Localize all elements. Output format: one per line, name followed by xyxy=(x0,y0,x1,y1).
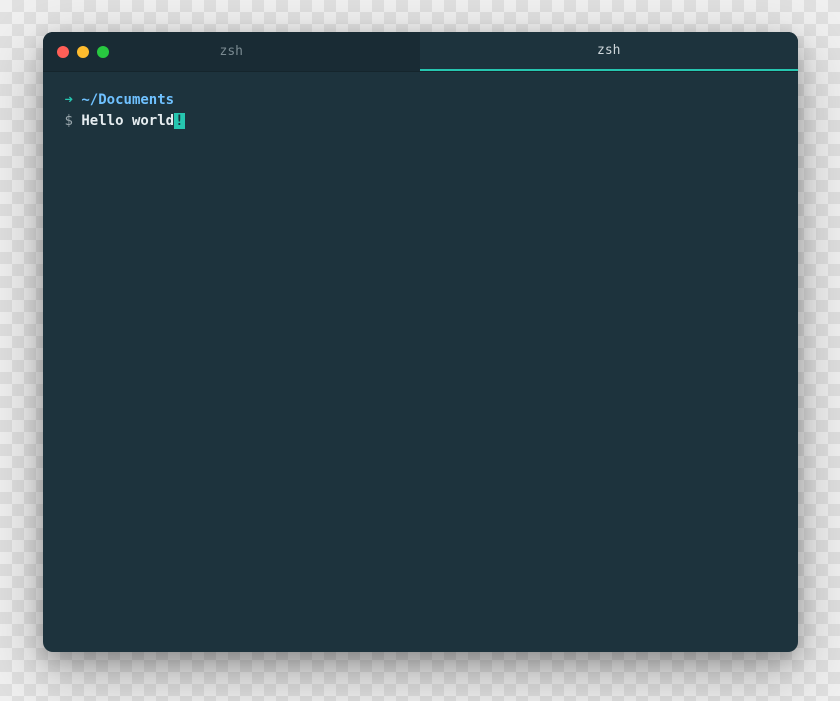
terminal-window: zsh zsh ➜ ~/Documents $ Hello world! xyxy=(43,32,798,652)
prompt-arrow-icon: ➜ xyxy=(65,92,73,108)
minimize-icon[interactable] xyxy=(77,46,89,58)
close-icon[interactable] xyxy=(57,46,69,58)
prompt-path: ~/Documents xyxy=(81,92,174,108)
terminal-body[interactable]: ➜ ~/Documents $ Hello world! xyxy=(43,72,798,652)
tab-bar: zsh zsh xyxy=(43,32,798,71)
tab-label: zsh xyxy=(220,44,243,59)
traffic-lights xyxy=(43,32,109,71)
tab-zsh-2[interactable]: zsh xyxy=(420,32,798,71)
titlebar: zsh zsh xyxy=(43,32,798,72)
maximize-icon[interactable] xyxy=(97,46,109,58)
prompt-line-2: $ Hello world! xyxy=(65,111,776,132)
command-text: Hello world xyxy=(81,113,174,129)
prompt-line-1: ➜ ~/Documents xyxy=(65,90,776,111)
cursor: ! xyxy=(174,113,184,129)
tab-label: zsh xyxy=(597,43,620,58)
prompt-symbol: $ xyxy=(65,113,73,129)
